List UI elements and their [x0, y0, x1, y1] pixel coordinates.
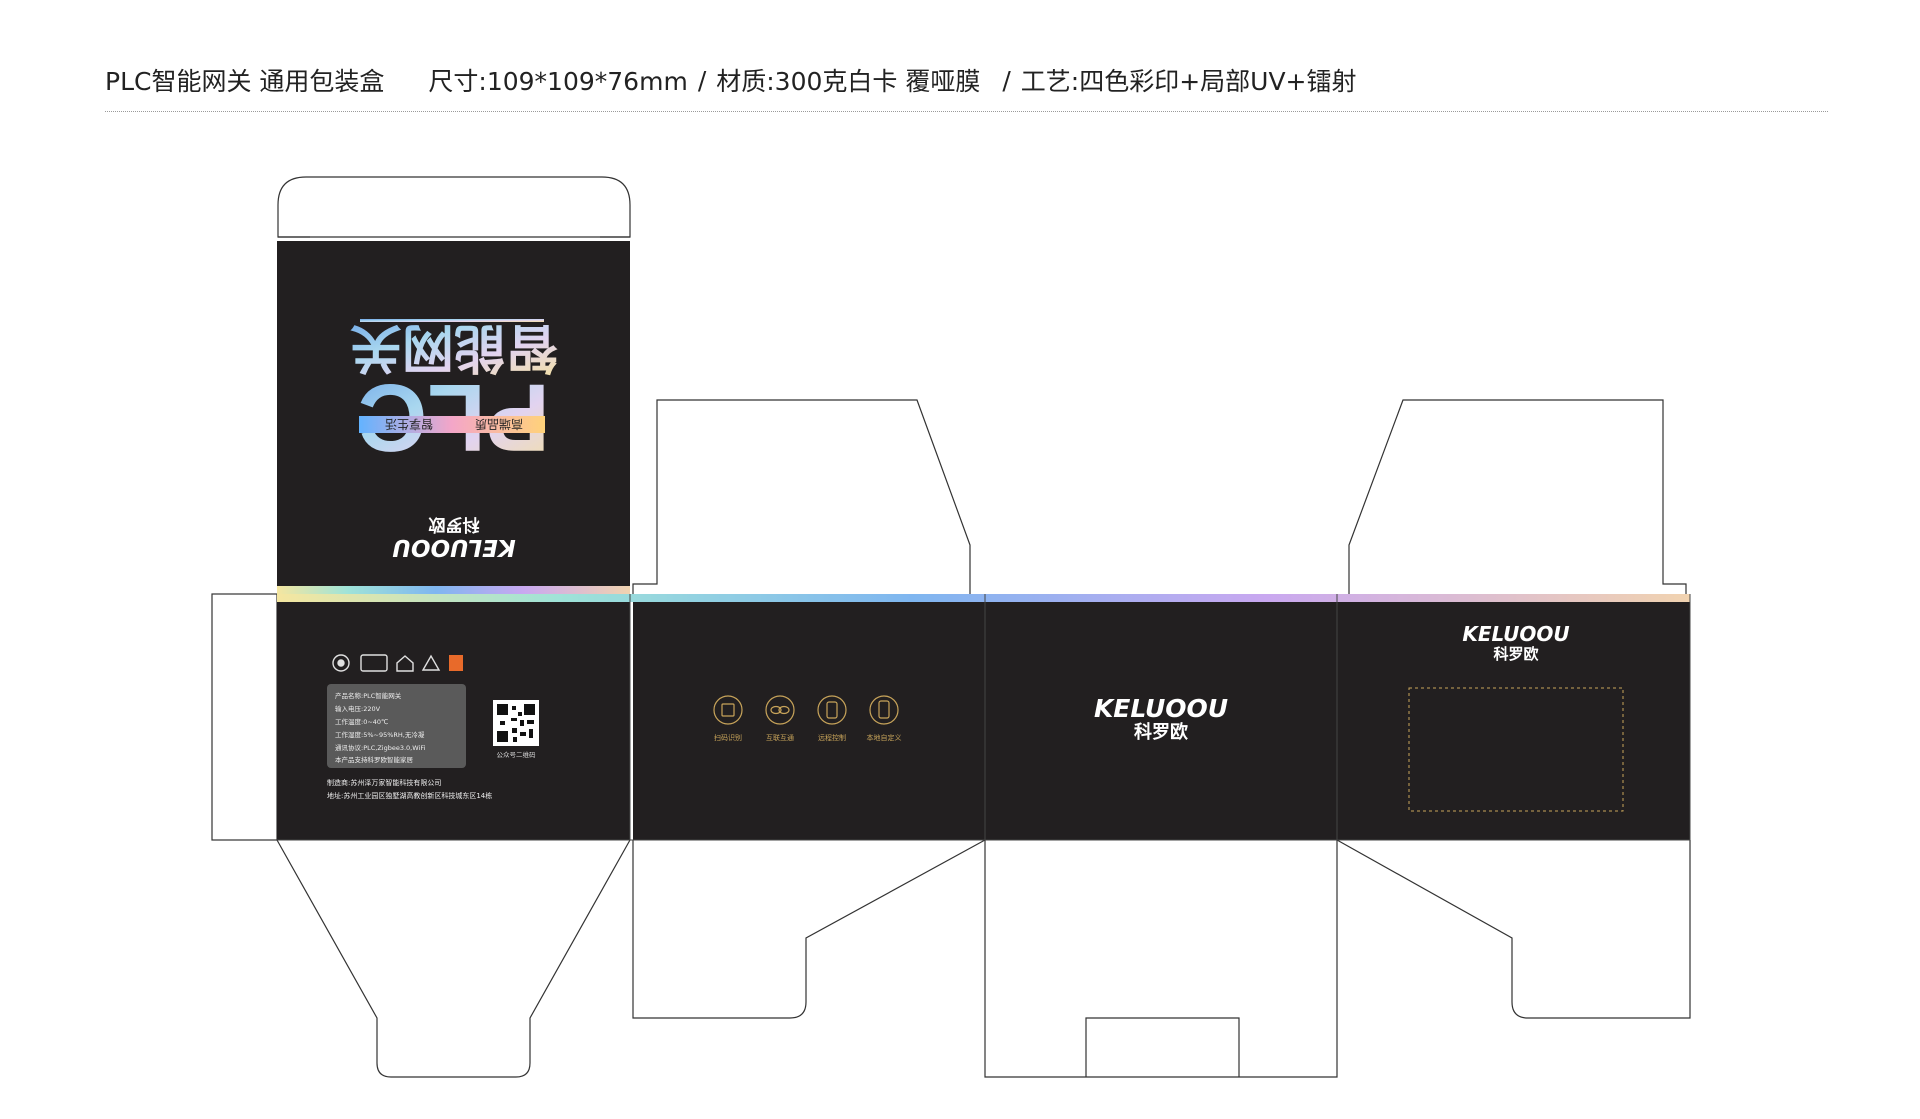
- feature-panel: 扫码识别 互联互通 远程控制 本地自定义: [633, 602, 985, 840]
- slogan-right: 智享生活: [385, 417, 433, 432]
- side-panel: KELUOOU 科罗欧: [1337, 602, 1690, 840]
- spec-line: 工作温度:0~40℃: [335, 717, 388, 726]
- brand-en: KELUOOU: [1462, 622, 1569, 646]
- glue-flap: [211, 593, 278, 841]
- brand-en: KELUOOU: [1094, 694, 1228, 723]
- box-dieline: 智能网关 PLC 高端品质 智享生活 科罗欧 KELUOOU 产品名称:PLC智…: [211, 176, 1691, 1078]
- brand-en: KELUOOU: [392, 534, 516, 560]
- dust-flap-top-2: [1348, 399, 1687, 594]
- spec-line: 输入电压:220V: [335, 704, 381, 713]
- qr-code: [493, 700, 539, 746]
- brand-cn: 科罗欧: [1134, 721, 1188, 743]
- brand-cn: 科罗欧: [429, 514, 480, 535]
- feature-label: 本地自定义: [867, 733, 902, 742]
- spec-line: 本产品支持科罗欧智能家居: [335, 755, 414, 764]
- bottom-flap-4: [1336, 839, 1691, 1019]
- front-panel: KELUOOU 科罗欧: [985, 602, 1337, 840]
- bottom-flap-3: [984, 840, 1338, 1078]
- feature-label: 扫码识别: [714, 733, 742, 742]
- back-panel: 产品名称:PLC智能网关 输入电压:220V 工作温度:0~40℃ 工作湿度:5…: [277, 602, 630, 840]
- bottom-flap-2: [632, 839, 986, 1019]
- bottom-flap-1: [276, 839, 631, 1078]
- brand-badge-icon: [449, 655, 463, 671]
- spec-line: 产品名称:PLC智能网关: [335, 691, 402, 700]
- lid-tuck-flap: [277, 176, 631, 238]
- spec-line: 工作湿度:5%~95%RH,无冷凝: [335, 730, 425, 739]
- slogan-left: 高端品质: [475, 417, 523, 432]
- spec-line: 通讯协议:PLC,Zigbee3.0,WiFi: [335, 743, 426, 752]
- qr-caption: 公众号二维码: [497, 750, 537, 759]
- brand-cn: 科罗欧: [1493, 645, 1538, 663]
- bottom-flap-3-notch: [1085, 1017, 1240, 1077]
- manufacturer: 制造商:苏州泽万家智能科技有限公司: [327, 778, 441, 787]
- feature-label: 远程控制: [818, 733, 846, 742]
- dust-flap-top-1: [632, 399, 971, 594]
- address: 地址:苏州工业园区独墅湖高教创新区科技城东区14栋: [327, 791, 492, 800]
- top-panel: 智能网关 PLC 高端品质 智享生活 科罗欧 KELUOOU: [277, 241, 630, 594]
- feature-label: 互联互通: [766, 733, 794, 742]
- holographic-band: [277, 594, 1690, 602]
